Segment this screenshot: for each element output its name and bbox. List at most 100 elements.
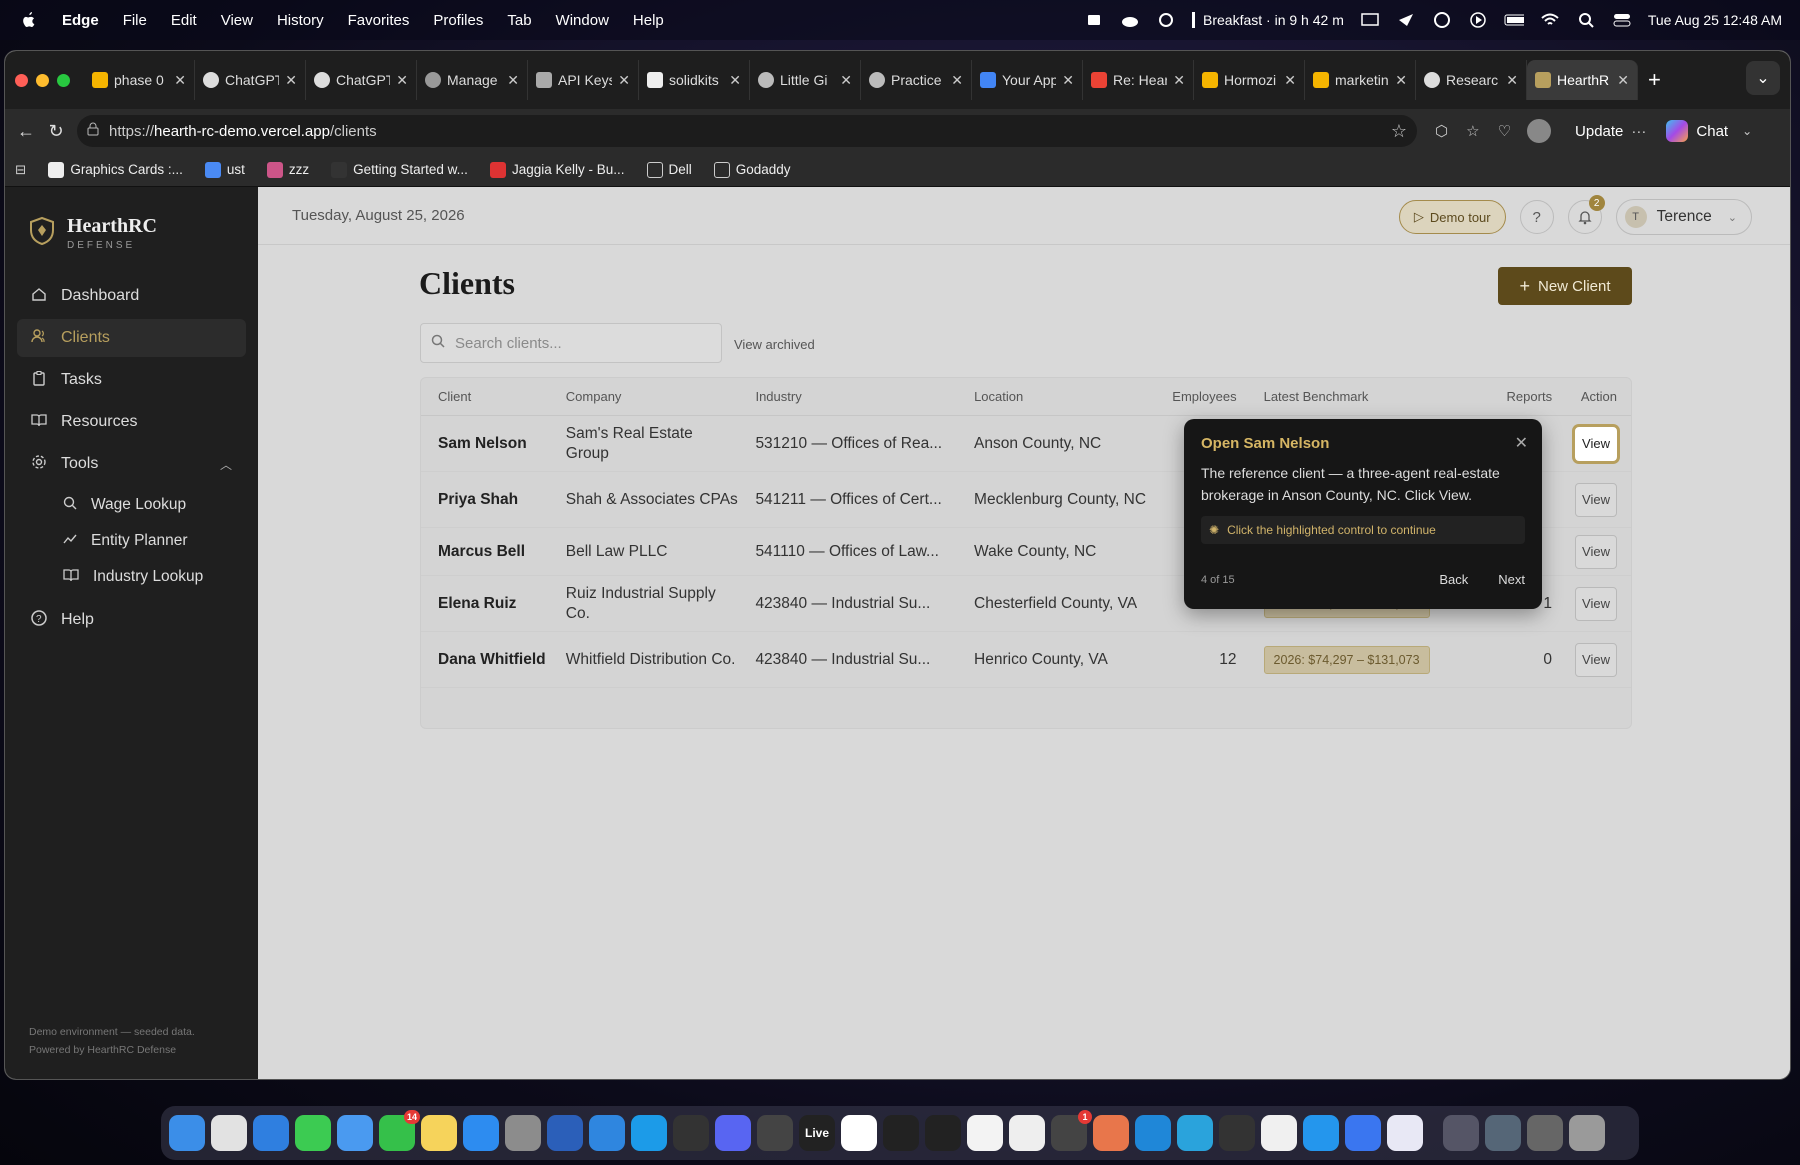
- bookmark-2[interactable]: zzz: [266, 161, 309, 178]
- url-text[interactable]: https://hearth-rc-demo.vercel.app/client…: [109, 123, 1381, 140]
- column-header-company[interactable]: Company: [549, 387, 739, 407]
- bookmark-6[interactable]: Godaddy: [713, 161, 791, 178]
- tab-13[interactable]: HearthR ✕: [1527, 60, 1638, 100]
- sidebar-item-clients[interactable]: Clients: [17, 319, 246, 357]
- settings-icon[interactable]: [505, 1115, 541, 1151]
- tab-close-icon[interactable]: ✕: [1617, 72, 1629, 89]
- column-header-client[interactable]: Client: [421, 387, 549, 407]
- bookmark-0[interactable]: Graphics Cards :...: [48, 161, 183, 178]
- tab-10[interactable]: Hormozi ✕: [1194, 60, 1305, 100]
- favorite-star-icon[interactable]: ☆: [1391, 121, 1407, 142]
- client-name[interactable]: Dana Whitfield: [421, 650, 549, 670]
- tab-close-icon[interactable]: ✕: [1062, 72, 1074, 89]
- sidebar-subitem-2[interactable]: Industry Lookup: [63, 559, 258, 595]
- sidebar-item-help[interactable]: ? Help: [17, 601, 246, 639]
- menu-view[interactable]: View: [221, 12, 253, 29]
- tab-7[interactable]: Practice ✕: [861, 60, 972, 100]
- close-window-button[interactable]: [15, 73, 28, 87]
- tab-0[interactable]: phase 0 ✕: [84, 60, 195, 100]
- tour-back-button[interactable]: Back: [1439, 572, 1468, 587]
- mail-icon[interactable]: [337, 1115, 373, 1151]
- tab-close-icon[interactable]: ✕: [1173, 72, 1185, 89]
- notes-icon[interactable]: [421, 1115, 457, 1151]
- help-button[interactable]: ?: [1519, 200, 1554, 234]
- reading-list-icon[interactable]: ⊟: [15, 162, 26, 178]
- weather-icon[interactable]: [1156, 11, 1176, 29]
- tab-4[interactable]: API Keys ✕: [528, 60, 639, 100]
- tab-close-icon[interactable]: ✕: [840, 72, 852, 89]
- bookmark-3[interactable]: Getting Started w...: [331, 161, 468, 178]
- tab-close-icon[interactable]: ✕: [951, 72, 963, 89]
- address-bar[interactable]: https://hearth-rc-demo.vercel.app/client…: [77, 115, 1417, 147]
- tab-12[interactable]: Researc ✕: [1416, 60, 1527, 100]
- box-icon[interactable]: [1084, 11, 1104, 29]
- sidebar-item-resources[interactable]: Resources: [17, 403, 246, 441]
- apple-icon[interactable]: [18, 9, 40, 31]
- screen-icon[interactable]: [1360, 11, 1380, 29]
- notion-icon[interactable]: [841, 1115, 877, 1151]
- tab-close-icon[interactable]: ✕: [285, 72, 297, 89]
- tab-close-icon[interactable]: ✕: [1506, 72, 1518, 89]
- search-input[interactable]: [455, 334, 705, 352]
- bookmark-5[interactable]: Dell: [646, 161, 692, 178]
- profile-avatar[interactable]: [1527, 119, 1552, 143]
- terminal-icon[interactable]: [925, 1115, 961, 1151]
- tab-close-icon[interactable]: ✕: [618, 72, 630, 89]
- tab-close-icon[interactable]: ✕: [174, 72, 186, 89]
- lock-icon[interactable]: [87, 122, 99, 140]
- menu-file[interactable]: File: [123, 12, 147, 29]
- view-client-button[interactable]: View: [1575, 482, 1617, 517]
- tab-3[interactable]: Manage ✕: [417, 60, 528, 100]
- vpn-icon[interactable]: [1432, 11, 1452, 29]
- health-icon[interactable]: ♡: [1498, 122, 1511, 140]
- appstore-icon[interactable]: [463, 1115, 499, 1151]
- bookmark-4[interactable]: Jaggia Kelly - Bu...: [489, 161, 625, 178]
- finder-icon[interactable]: [169, 1115, 205, 1151]
- trash-icon[interactable]: [1569, 1115, 1605, 1151]
- spotlight-search-icon[interactable]: [1576, 11, 1596, 29]
- client-name[interactable]: Marcus Bell: [421, 542, 549, 562]
- column-header-location[interactable]: Location: [957, 387, 1147, 407]
- textedit-icon[interactable]: [1009, 1115, 1045, 1151]
- tab-actions-chevron-icon[interactable]: ⌄: [1746, 61, 1780, 95]
- onedrive-icon[interactable]: [589, 1115, 625, 1151]
- docker-icon[interactable]: [1303, 1115, 1339, 1151]
- clock[interactable]: Tue Aug 25 12:48 AM: [1648, 12, 1782, 28]
- sidebar-item-tools[interactable]: Tools ︿: [17, 445, 246, 483]
- tab-close-icon[interactable]: ✕: [1395, 72, 1407, 89]
- chevron-up-icon[interactable]: ︿: [220, 456, 232, 473]
- extensions-icon[interactable]: ⬡: [1435, 122, 1448, 140]
- tab-6[interactable]: Little Gi ✕: [750, 60, 861, 100]
- tour-next-button[interactable]: Next: [1498, 572, 1525, 587]
- signal-icon[interactable]: [1345, 1115, 1381, 1151]
- more-menu-icon[interactable]: ···: [1631, 123, 1646, 140]
- cloud-icon[interactable]: [1120, 11, 1140, 29]
- new-client-button[interactable]: + New Client: [1498, 267, 1632, 305]
- minimize-window-button[interactable]: [36, 73, 49, 87]
- notifications-button[interactable]: 2: [1567, 195, 1605, 234]
- menu-profiles[interactable]: Profiles: [433, 12, 483, 29]
- window-icon[interactable]: [1485, 1115, 1521, 1151]
- xcode-icon[interactable]: [1387, 1115, 1423, 1151]
- menu-edit[interactable]: Edit: [171, 12, 197, 29]
- column-header-industry[interactable]: Industry: [738, 387, 957, 407]
- user-menu[interactable]: T Terence ⌄: [1615, 199, 1752, 235]
- brand-logo[interactable]: HearthRC DEFENSE: [5, 187, 258, 251]
- client-name[interactable]: Elena Ruiz: [421, 594, 549, 614]
- send-icon[interactable]: [1396, 11, 1416, 29]
- tab-8[interactable]: Your App ✕: [972, 60, 1083, 100]
- word-icon[interactable]: [547, 1115, 583, 1151]
- favorites-icon[interactable]: ☆: [1466, 122, 1479, 140]
- menu-window[interactable]: Window: [556, 12, 609, 29]
- menu-favorites[interactable]: Favorites: [348, 12, 410, 29]
- tab-5[interactable]: solidkits ✕: [639, 60, 750, 100]
- menu-tab[interactable]: Tab: [507, 12, 531, 29]
- activity-monitor-icon[interactable]: [883, 1115, 919, 1151]
- sidebar-item-tasks[interactable]: Tasks: [17, 361, 246, 399]
- sidebar-item-dashboard[interactable]: Dashboard: [17, 277, 246, 315]
- update-button[interactable]: Update: [1575, 123, 1623, 140]
- tab-close-icon[interactable]: ✕: [1284, 72, 1296, 89]
- claude-icon[interactable]: [1093, 1115, 1129, 1151]
- bookmark-1[interactable]: ust: [204, 161, 245, 178]
- play-icon[interactable]: [1468, 11, 1488, 29]
